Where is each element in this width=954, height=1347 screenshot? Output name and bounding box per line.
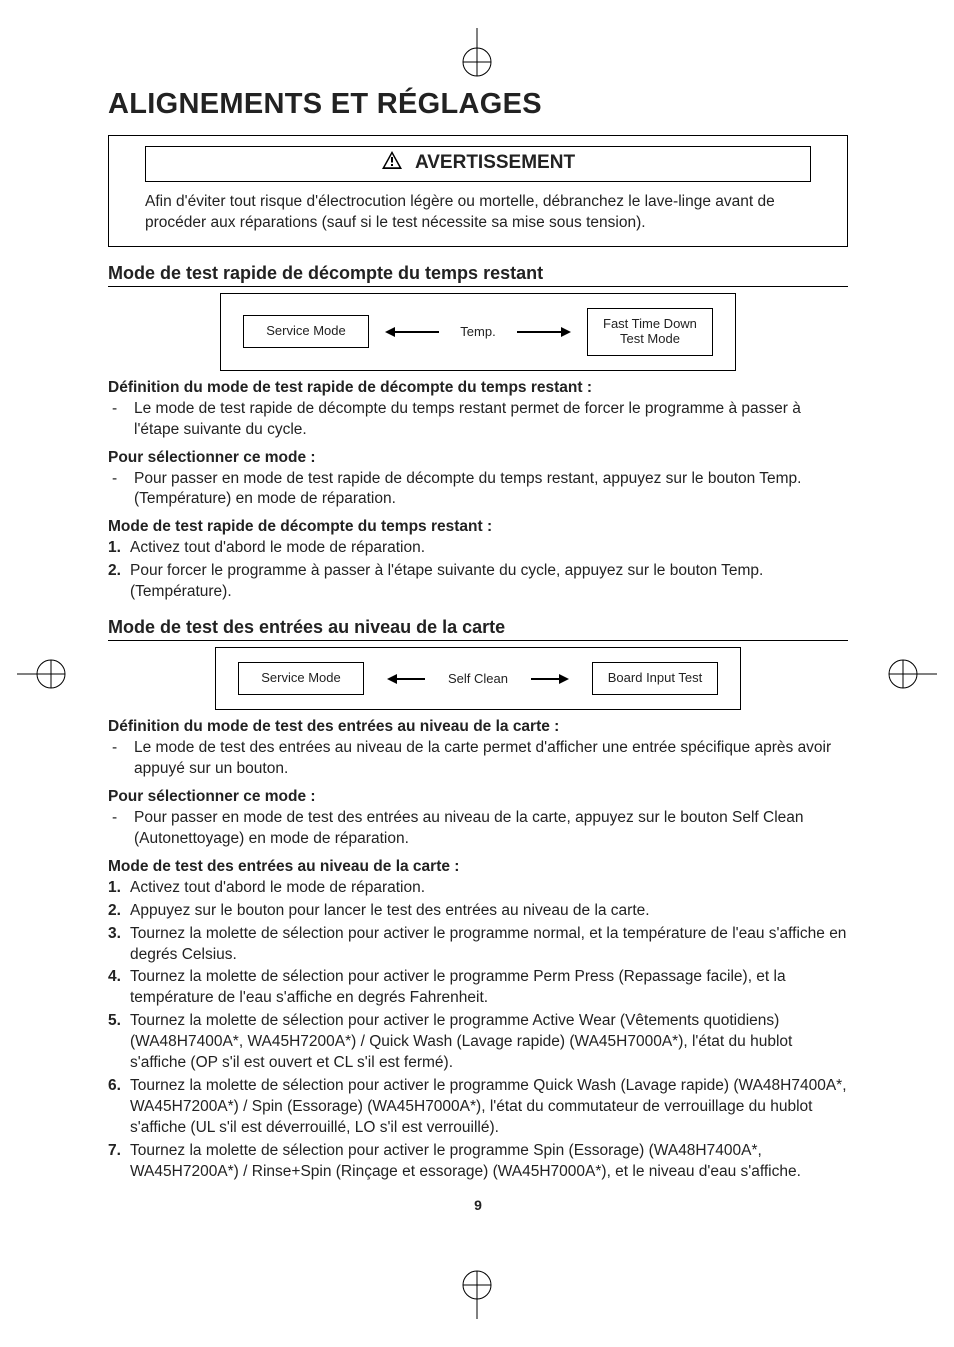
crop-mark-top	[447, 28, 507, 78]
list-item: - Le mode de test rapide de décompte du …	[108, 399, 848, 441]
warning-box: AVERTISSEMENT Afin d'éviter tout risque …	[108, 135, 848, 247]
list-item: 6.Tournez la molette de sélection pour a…	[108, 1076, 848, 1139]
diagram-a-left-box: Service Mode	[243, 315, 369, 348]
arrow-left-icon	[387, 673, 425, 685]
crop-mark-right	[887, 644, 937, 704]
double-arrow-icon	[511, 326, 571, 338]
arrow-right-icon	[531, 673, 569, 685]
diagram-b: Service Mode Self Clean Board Input Test	[215, 647, 741, 710]
diagram-a: Service Mode Temp. Fast Time Down Test M…	[220, 293, 736, 371]
warning-body: Afin d'éviter tout risque d'électrocutio…	[109, 188, 847, 238]
list-item: 2.Pour forcer le programme à passer à l'…	[108, 561, 848, 603]
warning-heading: AVERTISSEMENT	[145, 146, 811, 182]
section-a-steps-head: Mode de test rapide de décompte du temps…	[108, 518, 848, 536]
section-b-heading: Mode de test des entrées au niveau de la…	[108, 617, 848, 641]
list-item: 1.Activez tout d'abord le mode de répara…	[108, 538, 848, 559]
diagram-b-right-box: Board Input Test	[592, 662, 718, 695]
warning-heading-text: AVERTISSEMENT	[415, 152, 575, 174]
list-item: 4.Tournez la molette de sélection pour a…	[108, 967, 848, 1009]
section-a-def-head: Définition du mode de test rapide de déc…	[108, 379, 848, 397]
diagram-b-mid-label: Self Clean	[448, 671, 508, 686]
list-item: - Pour passer en mode de test rapide de …	[108, 469, 848, 511]
page-number: 9	[108, 1197, 848, 1213]
page-title: ALIGNEMENTS ET RÉGLAGES	[108, 88, 848, 121]
list-item: 1.Activez tout d'abord le mode de répara…	[108, 878, 848, 899]
list-item: - Le mode de test des entrées au niveau …	[108, 738, 848, 780]
list-item: 7.Tournez la molette de sélection pour a…	[108, 1141, 848, 1183]
warning-icon	[381, 150, 403, 176]
section-a-heading: Mode de test rapide de décompte du temps…	[108, 263, 848, 287]
crop-mark-left	[17, 644, 67, 704]
diagram-a-mid-label: Temp.	[460, 324, 495, 339]
list-item: 2.Appuyez sur le bouton pour lancer le t…	[108, 901, 848, 922]
list-item: - Pour passer en mode de test des entrée…	[108, 808, 848, 850]
section-b-sel-head: Pour sélectionner ce mode :	[108, 788, 848, 806]
section-b-steps-head: Mode de test des entrées au niveau de la…	[108, 858, 848, 876]
section-b-def-head: Définition du mode de test des entrées a…	[108, 718, 848, 736]
page-content: ALIGNEMENTS ET RÉGLAGES AVERTISSEMENT Af…	[108, 88, 848, 1213]
section-a-sel-head: Pour sélectionner ce mode :	[108, 449, 848, 467]
double-arrow-icon	[385, 326, 445, 338]
list-item: 3.Tournez la molette de sélection pour a…	[108, 924, 848, 966]
crop-mark-bottom	[447, 1269, 507, 1319]
diagram-b-left-box: Service Mode	[238, 662, 364, 695]
list-item: 5.Tournez la molette de sélection pour a…	[108, 1011, 848, 1074]
diagram-a-right-box: Fast Time Down Test Mode	[587, 308, 713, 356]
